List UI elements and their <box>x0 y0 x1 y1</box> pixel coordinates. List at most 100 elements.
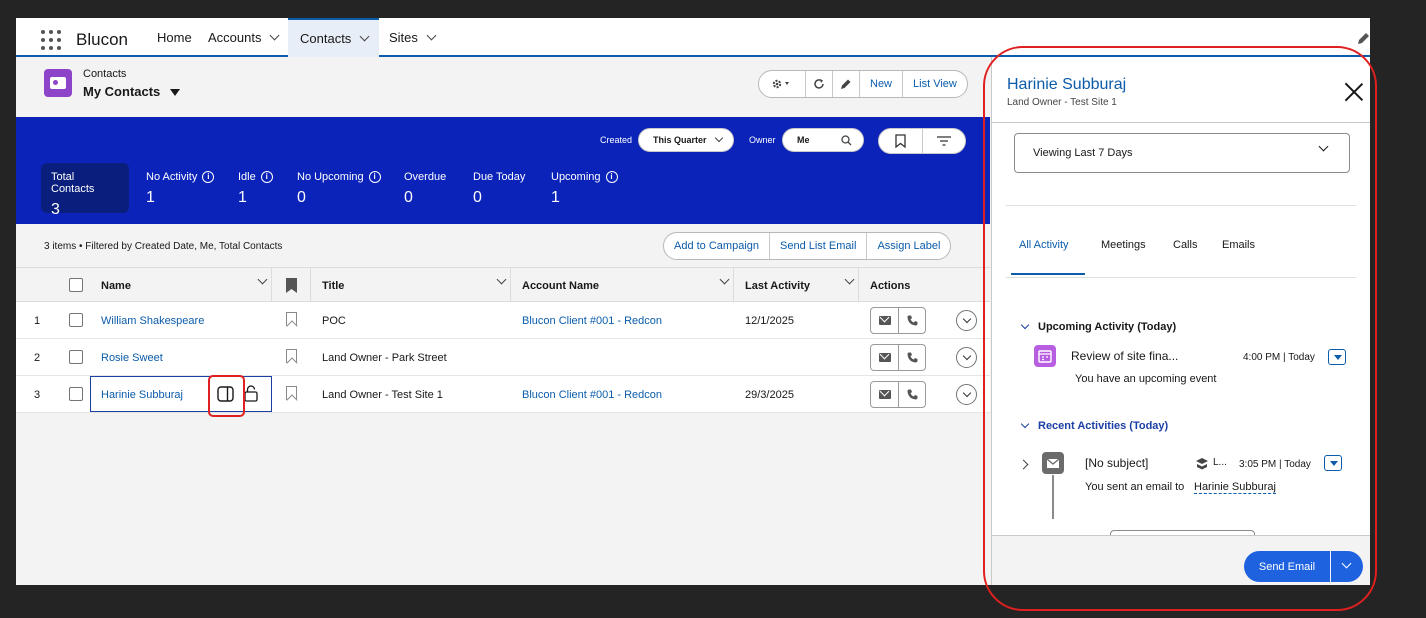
bookmark-filter-button[interactable] <box>879 129 922 153</box>
chevron-down-icon[interactable] <box>844 274 855 285</box>
open-side-panel-icon[interactable] <box>217 386 234 402</box>
call-action-button[interactable] <box>898 345 925 370</box>
chevron-down-icon[interactable] <box>270 30 280 41</box>
tab-emails[interactable]: Emails <box>1222 239 1255 251</box>
edit-nav-icon[interactable] <box>1356 32 1370 46</box>
kpi-no-upcoming[interactable]: No Upcoming i 0 <box>297 171 381 207</box>
info-icon[interactable]: i <box>368 171 381 183</box>
upcoming-event-menu-button[interactable] <box>1328 349 1346 365</box>
table-row: 2 Rosie Sweet Land Owner - Park Street <box>16 339 990 376</box>
tab-meetings[interactable]: Meetings <box>1101 239 1146 251</box>
select-all-checkbox[interactable] <box>69 278 83 292</box>
row-action-buttons <box>870 381 926 408</box>
chevron-down-icon[interactable] <box>496 274 507 285</box>
created-filter-select[interactable]: This Quarter <box>638 128 734 152</box>
band-tools <box>878 128 966 154</box>
info-icon[interactable]: i <box>260 171 273 183</box>
info-icon[interactable]: i <box>202 171 215 183</box>
object-label: Contacts <box>83 68 127 80</box>
edit-list-button[interactable] <box>832 71 859 97</box>
settings-menu-button[interactable] <box>759 71 805 97</box>
send-email-button[interactable]: Send Email <box>1244 551 1330 582</box>
contact-name-link[interactable]: Rosie Sweet <box>101 339 163 376</box>
app-launcher-icon[interactable] <box>41 30 61 50</box>
column-header-account[interactable]: Account Name <box>522 268 599 303</box>
bookmark-icon[interactable] <box>286 349 297 363</box>
contact-title: Land Owner - Test Site 1 <box>322 388 443 401</box>
column-header-last-activity[interactable]: Last Activity <box>745 268 810 303</box>
kpi-overdue[interactable]: Overdue 0 <box>404 171 446 207</box>
row-number: 2 <box>34 351 41 364</box>
bookmark-icon <box>895 134 906 148</box>
account-name-link[interactable]: Blucon Client #001 - Redcon <box>522 376 662 413</box>
chevron-down-icon <box>714 133 723 143</box>
list-view-button[interactable]: List View <box>902 71 967 97</box>
owner-filter-input[interactable]: Me <box>782 128 864 152</box>
column-header-name[interactable]: Name <box>101 268 131 303</box>
add-to-campaign-button[interactable]: Add to Campaign <box>664 233 769 259</box>
nav-tab-accounts[interactable]: Accounts <box>202 18 284 57</box>
bookmark-icon[interactable] <box>286 386 297 400</box>
close-icon[interactable] <box>1344 82 1364 102</box>
list-status-text: 3 items • Filtered by Created Date, Me, … <box>44 241 283 252</box>
kpi-total-contacts[interactable]: Total Contacts 3 <box>41 163 129 218</box>
row-menu-button[interactable] <box>956 384 977 405</box>
table-header: Name Title Account Name Last Activity Ac… <box>16 267 990 303</box>
send-list-email-button[interactable]: Send List Email <box>769 233 866 259</box>
filter-list-button[interactable] <box>922 129 965 153</box>
row-checkbox[interactable] <box>69 350 83 364</box>
row-menu-button[interactable] <box>956 347 977 368</box>
lock-icon[interactable] <box>244 385 258 402</box>
account-name-link[interactable]: Blucon Client #001 - Redcon <box>522 302 662 339</box>
assign-label-button[interactable]: Assign Label <box>866 233 950 259</box>
kpi-band: Created This Quarter Owner Me Total Cont… <box>16 117 990 224</box>
refresh-button[interactable] <box>805 71 832 97</box>
chevron-down-icon[interactable] <box>257 274 268 285</box>
recent-section-toggle[interactable]: Recent Activities (Today) <box>1020 419 1168 432</box>
email-action-button[interactable] <box>871 345 898 370</box>
recent-email-menu-button[interactable] <box>1324 455 1342 471</box>
contact-name-link[interactable]: William Shakespeare <box>101 302 204 339</box>
contact-name-link[interactable]: Harinie Subburaj <box>101 376 183 413</box>
email-action-button[interactable] <box>871 308 898 333</box>
nav-tab-home[interactable]: Home <box>151 18 198 57</box>
upcoming-event-link[interactable]: Review of site fina... <box>1071 349 1178 363</box>
kpi-upcoming[interactable]: Upcoming i 1 <box>551 171 618 207</box>
mail-icon <box>878 390 891 399</box>
row-menu-button[interactable] <box>956 310 977 331</box>
recent-email-recipient-link[interactable]: Harinie Subburaj <box>1194 481 1276 494</box>
chevron-down-icon <box>962 314 971 324</box>
panel-contact-name[interactable]: Harinie Subburaj <box>1007 76 1126 94</box>
nav-tab-sites[interactable]: Sites <box>383 18 441 57</box>
chevron-down-icon[interactable] <box>719 274 730 285</box>
recent-email-link[interactable]: [No subject] <box>1085 456 1148 470</box>
upcoming-section-toggle[interactable]: Upcoming Activity (Today) <box>1020 320 1176 333</box>
tab-calls[interactable]: Calls <box>1173 239 1197 251</box>
chevron-right-icon[interactable] <box>1018 459 1029 470</box>
tab-all-activity[interactable]: All Activity <box>1019 239 1069 251</box>
list-view-picker[interactable]: My Contacts <box>83 84 181 99</box>
chevron-down-icon[interactable] <box>426 30 437 41</box>
row-checkbox[interactable] <box>69 313 83 327</box>
recent-email-description: You sent an email to <box>1085 481 1185 493</box>
row-number: 1 <box>34 314 41 327</box>
caret-down-icon[interactable] <box>170 89 181 96</box>
chevron-down-icon[interactable] <box>359 31 370 42</box>
column-header-title[interactable]: Title <box>322 268 344 303</box>
kpi-no-activity[interactable]: No Activity i 1 <box>146 171 215 207</box>
bookmark-icon[interactable] <box>286 312 297 326</box>
phone-icon <box>907 315 917 326</box>
row-checkbox[interactable] <box>69 387 83 401</box>
kpi-due-today[interactable]: Due Today 0 <box>473 171 525 207</box>
call-action-button[interactable] <box>898 308 925 333</box>
send-email-menu-button[interactable] <box>1331 551 1363 582</box>
kpi-idle[interactable]: Idle i 1 <box>238 171 273 207</box>
email-action-button[interactable] <box>871 382 898 407</box>
nav-tab-contacts[interactable]: Contacts <box>288 18 379 57</box>
chevron-down-icon <box>1020 320 1030 330</box>
upcoming-event-time: 4:00 PM | Today <box>1243 352 1315 363</box>
new-button[interactable]: New <box>859 71 902 97</box>
activity-period-select[interactable]: Viewing Last 7 Days <box>1014 133 1350 173</box>
info-icon[interactable]: i <box>605 171 618 183</box>
call-action-button[interactable] <box>898 382 925 407</box>
